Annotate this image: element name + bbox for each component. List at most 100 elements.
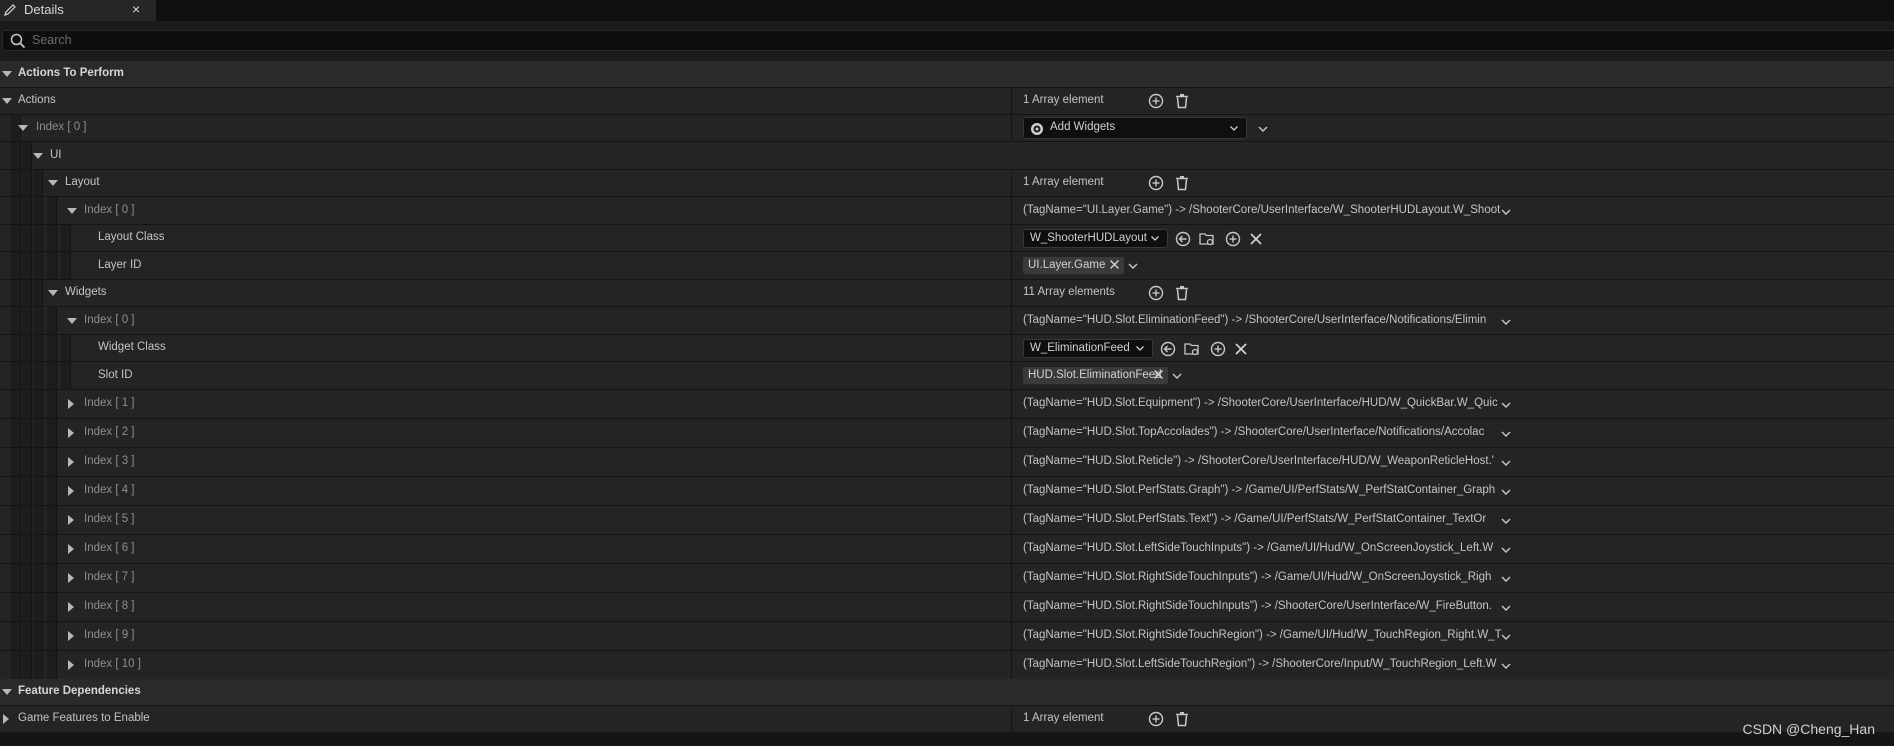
expand-arrow-icon[interactable]: [68, 602, 74, 612]
gameplay-tag-chip[interactable]: UI.Layer.Game: [1023, 257, 1124, 274]
expand-arrow-icon[interactable]: [68, 631, 74, 641]
indent-guide: [11, 477, 21, 505]
expand-arrow-icon[interactable]: [68, 457, 74, 467]
remove-tag-icon[interactable]: [1153, 369, 1164, 380]
clear-icon[interactable]: [1248, 231, 1264, 247]
category-actions-to-perform[interactable]: Actions To Perform: [0, 61, 1894, 88]
indent-guide: [33, 335, 43, 361]
expand-arrow-icon[interactable]: [68, 544, 74, 554]
chevron-down-icon[interactable]: [1172, 373, 1182, 379]
indent-guide: [22, 477, 32, 505]
property-row-widget-index: Index [ 5 ] (TagName="HUD.Slot.PerfStats.…: [0, 506, 1894, 535]
widget-class-combo[interactable]: W_EliminationFeed: [1023, 339, 1153, 358]
expand-arrow-icon[interactable]: [68, 486, 74, 496]
expand-arrow-icon[interactable]: [68, 573, 74, 583]
tab-details[interactable]: Details ×: [0, 0, 156, 21]
indent-guide: [33, 622, 43, 650]
property-label: Layout Class: [98, 231, 165, 243]
indent-guide: [11, 564, 21, 592]
indent-guide: [22, 390, 32, 418]
collapse-arrow-icon[interactable]: [48, 290, 58, 296]
chevron-down-icon[interactable]: [1501, 431, 1511, 437]
trash-icon[interactable]: [1174, 711, 1190, 727]
property-row-widget-index: Index [ 9 ] (TagName="HUD.Slot.RightSideT…: [0, 622, 1894, 651]
add-element-icon[interactable]: [1148, 711, 1164, 727]
element-summary: (TagName="HUD.Slot.LeftSideTouchInputs")…: [1023, 542, 1494, 554]
indent-guide: [11, 280, 21, 306]
action-type-combo[interactable]: Add Widgets: [1023, 117, 1247, 139]
property-label: Index [ 6 ]: [84, 542, 135, 554]
expand-arrow-icon[interactable]: [68, 399, 74, 409]
add-element-icon[interactable]: [1148, 285, 1164, 301]
chevron-down-icon[interactable]: [1501, 547, 1511, 553]
indent-guide: [47, 252, 57, 279]
blueprint-class-icon: [1031, 123, 1043, 135]
chevron-down-icon[interactable]: [1128, 263, 1138, 269]
browse-folder-icon[interactable]: [1199, 231, 1215, 247]
use-selected-asset-icon[interactable]: [1160, 341, 1176, 357]
property-label: Slot ID: [98, 369, 133, 381]
property-row-action-index-0: Index [ 0 ] Add Widgets: [0, 115, 1894, 142]
create-new-icon[interactable]: [1210, 341, 1226, 357]
search-input[interactable]: [32, 32, 1832, 48]
property-row-layout-index-0: Index [ 0 ] (TagName="UI.Layer.Game") ->…: [0, 197, 1894, 225]
collapse-arrow-icon[interactable]: [67, 208, 77, 214]
expand-arrow-icon[interactable]: [68, 660, 74, 670]
indent-guide: [61, 252, 71, 279]
collapse-arrow-icon[interactable]: [18, 125, 28, 131]
create-new-icon[interactable]: [1225, 231, 1241, 247]
indent-guide: [33, 651, 43, 679]
tab-close-button[interactable]: ×: [132, 1, 140, 17]
property-row-layer-id: Layer ID UI.Layer.Game: [0, 252, 1894, 280]
collapse-arrow-icon[interactable]: [2, 689, 12, 695]
property-label: Index [ 5 ]: [84, 513, 135, 525]
gameplay-tag-chip[interactable]: HUD.Slot.EliminationFeed: [1023, 367, 1168, 384]
collapse-arrow-icon[interactable]: [33, 153, 43, 159]
indent-guide: [11, 307, 21, 334]
expand-arrow-icon[interactable]: [68, 515, 74, 525]
remove-tag-icon[interactable]: [1109, 259, 1120, 270]
collapse-arrow-icon[interactable]: [2, 71, 12, 77]
clear-icon[interactable]: [1233, 341, 1249, 357]
property-label: Index [ 3 ]: [84, 455, 135, 467]
indent-guide: [11, 362, 21, 389]
chevron-down-icon[interactable]: [1501, 634, 1511, 640]
indent-guide: [11, 252, 21, 279]
chevron-down-icon[interactable]: [1501, 605, 1511, 611]
chevron-down-icon[interactable]: [1501, 576, 1511, 582]
layout-class-combo[interactable]: W_ShooterHUDLayout: [1023, 229, 1168, 248]
property-row-widget-index: Index [ 7 ] (TagName="HUD.Slot.RightSideT…: [0, 564, 1894, 593]
property-label: Layout: [65, 176, 100, 188]
category-feature-dependencies[interactable]: Feature Dependencies: [0, 679, 1894, 706]
combo-value: Add Widgets: [1050, 121, 1116, 133]
expand-arrow-icon[interactable]: [3, 714, 9, 724]
array-count: 1 Array element: [1023, 712, 1104, 724]
trash-icon[interactable]: [1174, 285, 1190, 301]
expand-arrow-icon[interactable]: [68, 428, 74, 438]
chevron-down-icon[interactable]: [1501, 460, 1511, 466]
search-box[interactable]: [2, 30, 1894, 51]
trash-icon[interactable]: [1174, 93, 1190, 109]
indent-guide: [22, 225, 32, 251]
add-element-icon[interactable]: [1148, 175, 1164, 191]
indent-guide: [33, 535, 43, 563]
chevron-down-icon[interactable]: [1501, 402, 1511, 408]
chevron-down-icon[interactable]: [1501, 518, 1511, 524]
combo-value: W_ShooterHUDLayout: [1030, 232, 1147, 244]
add-element-icon[interactable]: [1148, 93, 1164, 109]
trash-icon[interactable]: [1174, 175, 1190, 191]
indent-guide: [61, 335, 71, 361]
collapse-arrow-icon[interactable]: [48, 180, 58, 186]
indent-guide: [11, 335, 21, 361]
chevron-down-icon[interactable]: [1501, 489, 1511, 495]
chevron-down-icon[interactable]: [1501, 209, 1511, 215]
element-summary: (TagName="HUD.Slot.PerfStats.Graph") -> …: [1023, 484, 1496, 496]
chevron-down-icon[interactable]: [1258, 126, 1268, 132]
collapse-arrow-icon[interactable]: [67, 318, 77, 324]
indent-guide: [47, 651, 57, 679]
use-selected-asset-icon[interactable]: [1175, 231, 1191, 247]
browse-folder-icon[interactable]: [1184, 341, 1200, 357]
chevron-down-icon[interactable]: [1501, 663, 1511, 669]
chevron-down-icon[interactable]: [1501, 319, 1511, 325]
collapse-arrow-icon[interactable]: [2, 98, 12, 104]
